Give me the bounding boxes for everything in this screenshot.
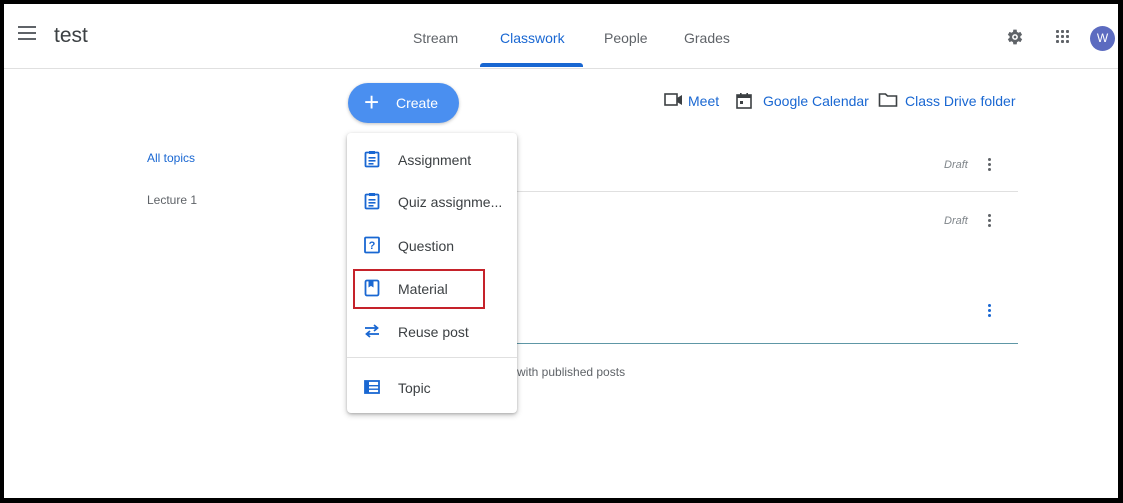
meet-link[interactable]: Meet — [664, 93, 719, 109]
published-posts-text: with published posts — [517, 365, 626, 379]
calendar-icon — [736, 93, 752, 109]
tab-classwork[interactable]: Classwork — [500, 30, 565, 46]
create-button[interactable]: + Create — [348, 83, 459, 123]
apps-grid-icon[interactable] — [1056, 30, 1070, 44]
menu-item-label: Question — [398, 238, 455, 254]
quiz-icon — [364, 193, 380, 210]
menu-item-label: Quiz assignme... — [398, 194, 503, 210]
topic-more-options-icon[interactable] — [988, 304, 992, 319]
tab-stream[interactable]: Stream — [413, 30, 458, 46]
meet-label: Meet — [688, 93, 720, 109]
more-options-icon[interactable] — [988, 214, 992, 229]
menu-item-assignment[interactable]: Assignment — [347, 140, 517, 180]
topic-all-topics[interactable]: All topics — [147, 151, 195, 165]
active-tab-indicator — [480, 63, 583, 67]
main-menu-icon[interactable] — [18, 26, 36, 42]
menu-item-topic[interactable]: Topic — [347, 368, 517, 408]
classroom-window: test Stream Classwork People Grades W + … — [4, 4, 1118, 498]
svg-text:?: ? — [369, 240, 376, 252]
google-calendar-link[interactable]: Google Calendar — [735, 93, 869, 109]
topic-lecture-1[interactable]: Lecture 1 — [147, 193, 197, 207]
menu-divider — [347, 357, 517, 358]
topic-divider — [516, 343, 1018, 344]
menu-item-reuse-post[interactable]: Reuse post — [347, 312, 517, 352]
menu-item-quiz-assignment[interactable]: Quiz assignme... — [347, 182, 517, 222]
avatar[interactable]: W — [1090, 26, 1115, 51]
draft-label-2: Draft — [944, 215, 968, 227]
topic-icon — [364, 380, 380, 394]
menu-item-label: Topic — [398, 380, 431, 396]
plus-icon: + — [364, 87, 380, 117]
video-camera-icon — [664, 93, 682, 106]
tab-people[interactable]: People — [604, 30, 648, 46]
class-title[interactable]: test — [54, 24, 88, 48]
question-icon: ? — [364, 236, 380, 254]
assignment-icon — [364, 151, 380, 168]
folder-icon — [878, 93, 898, 107]
class-drive-folder-label: Class Drive folder — [905, 93, 1016, 109]
row-divider — [516, 191, 1018, 192]
tab-grades[interactable]: Grades — [684, 30, 730, 46]
create-menu: Assignment Quiz assignme... ? Question M… — [347, 133, 517, 413]
draft-label-1: Draft — [944, 159, 968, 171]
gear-icon[interactable] — [1005, 27, 1025, 47]
menu-item-question[interactable]: ? Question — [347, 226, 517, 266]
google-calendar-label: Google Calendar — [763, 93, 869, 109]
class-drive-folder-link[interactable]: Class Drive folder — [878, 93, 1015, 109]
menu-item-label: Assignment — [398, 152, 472, 168]
more-options-icon[interactable] — [988, 158, 992, 173]
material-highlight-box — [353, 269, 485, 309]
menu-item-label: Reuse post — [398, 324, 469, 340]
top-app-bar: test Stream Classwork People Grades W — [4, 4, 1118, 69]
reuse-icon — [365, 324, 379, 338]
create-button-label: Create — [396, 95, 439, 111]
